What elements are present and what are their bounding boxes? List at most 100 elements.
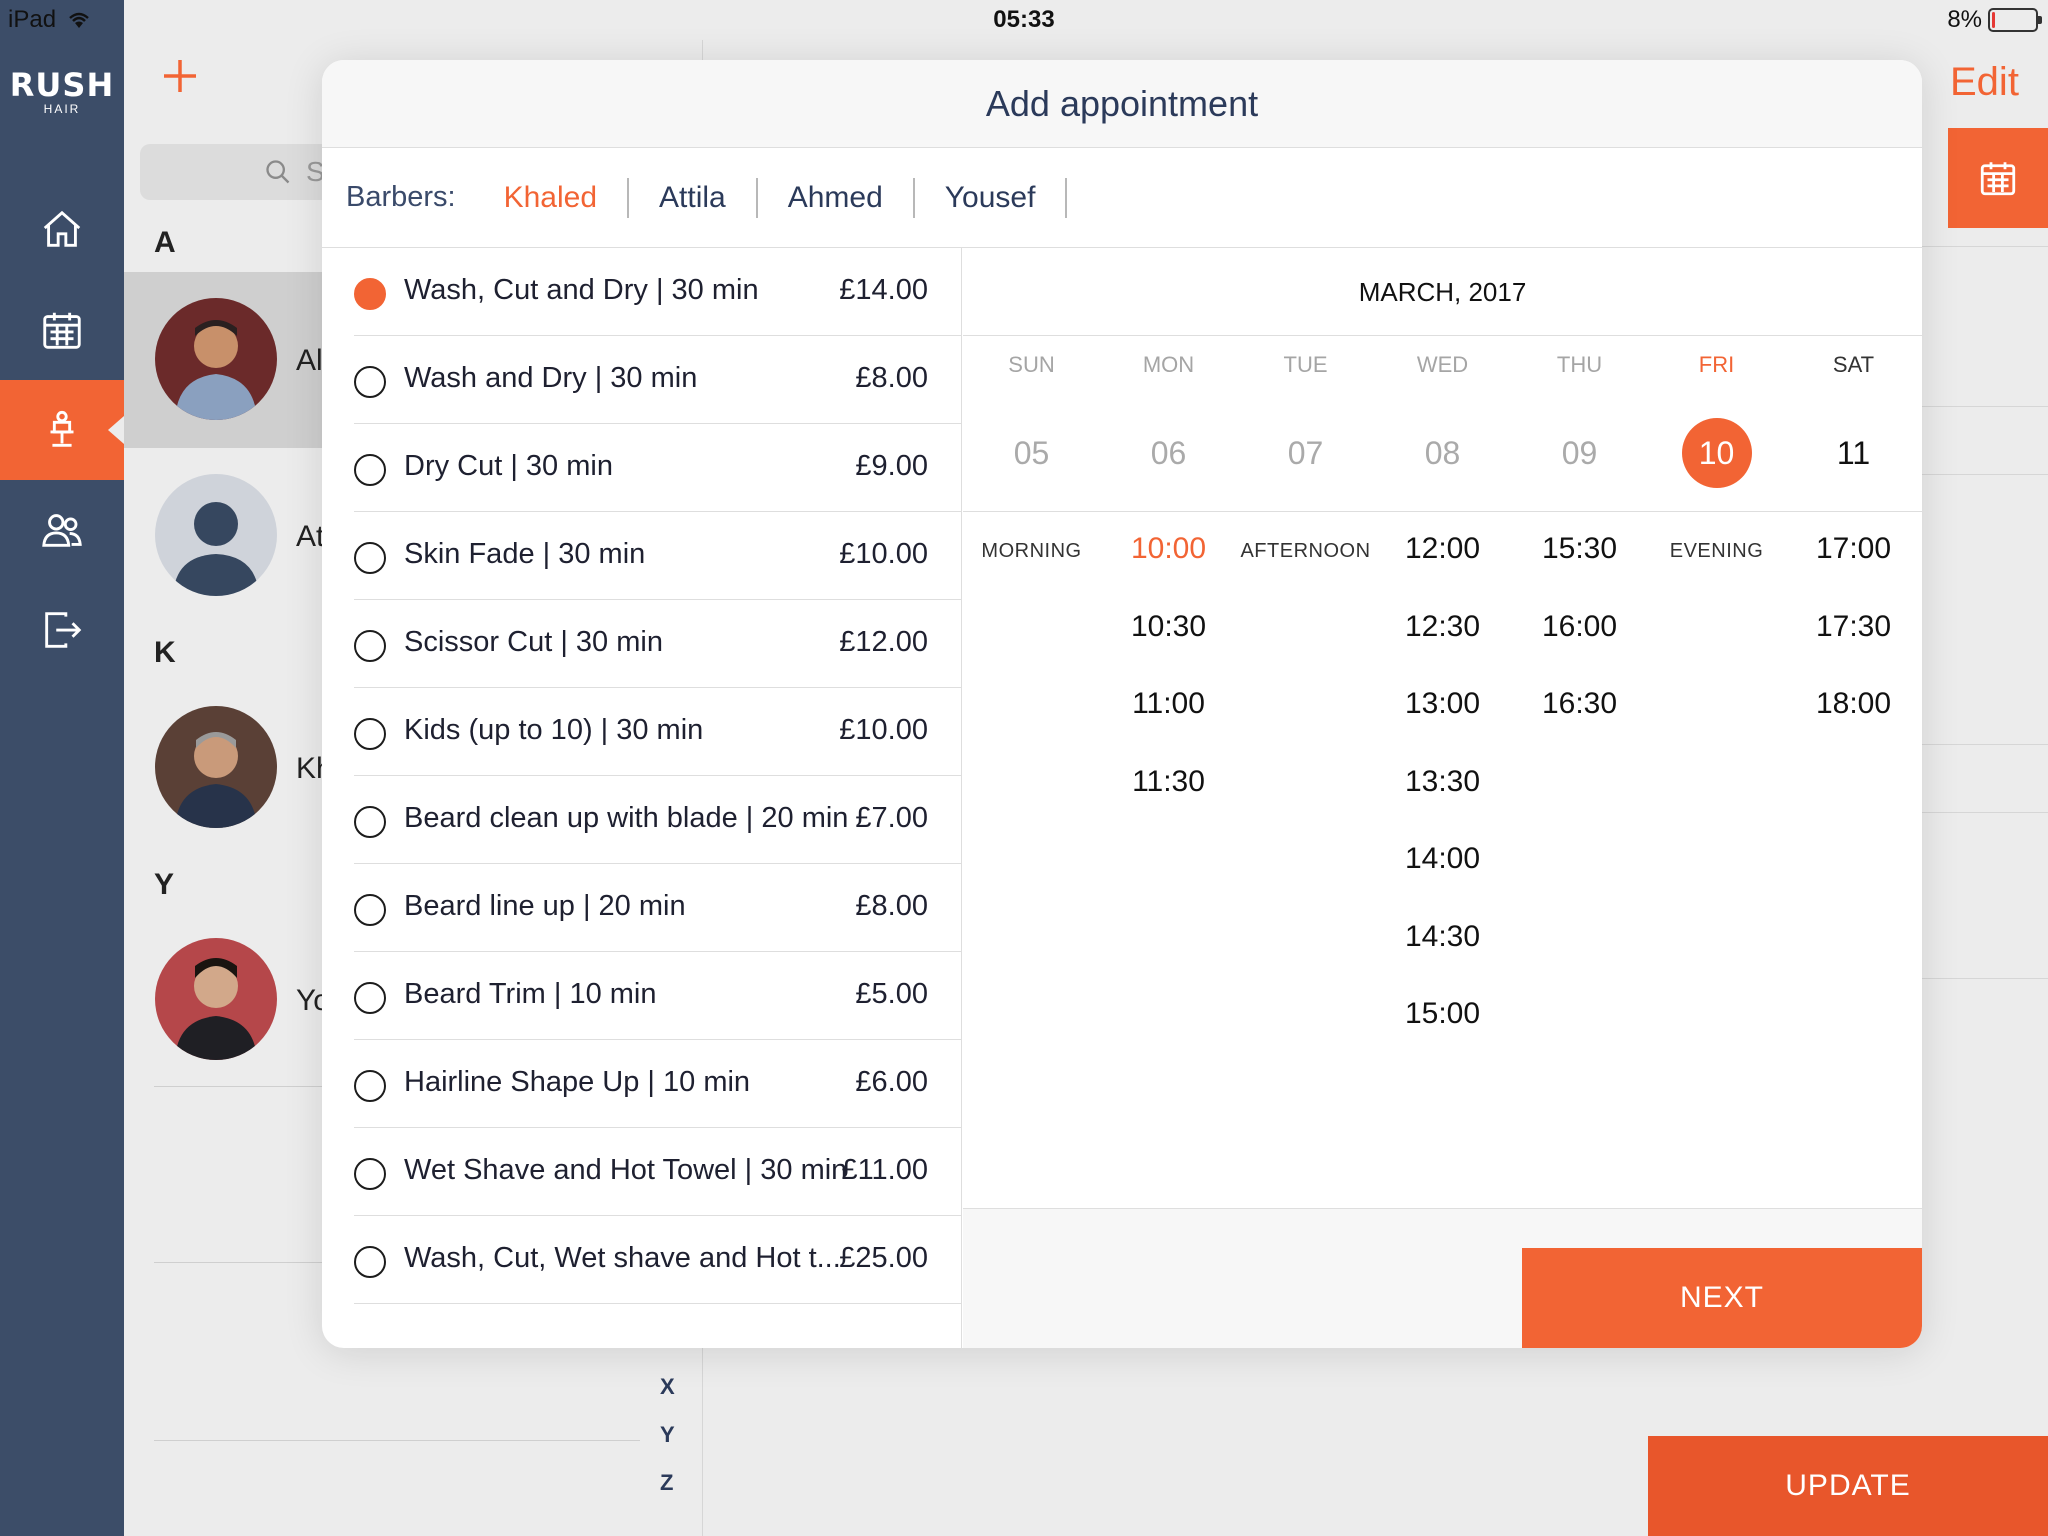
nav-barbers[interactable] xyxy=(0,380,124,480)
edit-button[interactable]: Edit xyxy=(1950,60,2019,105)
index-letter[interactable]: X xyxy=(660,1374,675,1400)
time-slot[interactable]: 12:30 xyxy=(1374,610,1511,644)
section-letter: A xyxy=(154,226,176,259)
time-slot[interactable]: 14:30 xyxy=(1374,920,1511,954)
weekday-label: SAT xyxy=(1832,352,1875,377)
service-row[interactable]: Kids (up to 10) | 30 min £10.00 xyxy=(354,688,962,776)
weekday-label: MON xyxy=(1142,352,1195,377)
radio-button[interactable] xyxy=(354,806,386,838)
service-name: Wash and Dry | 30 min xyxy=(404,362,698,394)
radio-button[interactable] xyxy=(354,982,386,1014)
search-icon xyxy=(266,160,290,184)
service-row[interactable]: Dry Cut | 30 min £9.00 xyxy=(354,424,962,512)
date-cell[interactable]: 08 xyxy=(1374,418,1511,488)
avatar xyxy=(155,938,277,1060)
add-appointment-modal: Add appointment Barbers: Khaled Attila A… xyxy=(322,60,1922,1348)
weekday-label: WED xyxy=(1416,352,1469,377)
service-price: £14.00 xyxy=(839,274,928,306)
radio-button[interactable] xyxy=(354,894,386,926)
service-row[interactable]: Skin Fade | 30 min £10.00 xyxy=(354,512,962,600)
date-selected[interactable]: 10 xyxy=(1648,418,1785,488)
service-name: Skin Fade | 30 min xyxy=(404,538,646,570)
radio-button[interactable] xyxy=(354,278,386,310)
time-slot[interactable]: 17:00 xyxy=(1785,532,1922,566)
time-slot[interactable]: 17:30 xyxy=(1785,610,1922,644)
barber-tab-attila[interactable]: Attila xyxy=(629,177,758,218)
radio-button[interactable] xyxy=(354,1070,386,1102)
list-item-name: At xyxy=(296,520,325,553)
time-slot[interactable]: 10:00 xyxy=(1100,532,1237,566)
divider xyxy=(1920,978,2048,979)
date-cell[interactable]: 07 xyxy=(1237,418,1374,488)
users-icon xyxy=(42,514,82,547)
service-row[interactable]: Beard line up | 20 min £8.00 xyxy=(354,864,962,952)
nav-home[interactable] xyxy=(0,180,124,280)
radio-button[interactable] xyxy=(354,454,386,486)
radio-button[interactable] xyxy=(354,718,386,750)
time-slot[interactable]: 12:00 xyxy=(1374,532,1511,566)
period-afternoon: AFTERNOON xyxy=(1240,540,1371,562)
nav-calendar[interactable] xyxy=(0,280,124,380)
radio-button[interactable] xyxy=(354,1158,386,1190)
radio-button[interactable] xyxy=(354,366,386,398)
divider xyxy=(154,1262,324,1263)
barber-tab-ahmed[interactable]: Ahmed xyxy=(758,177,915,218)
nav-users[interactable] xyxy=(0,480,124,580)
radio-button[interactable] xyxy=(354,630,386,662)
time-slot[interactable]: 13:30 xyxy=(1374,765,1511,799)
service-price: £25.00 xyxy=(839,1242,928,1274)
modal-title: Add appointment xyxy=(322,60,1922,148)
divider xyxy=(963,511,1922,512)
time-slot[interactable]: 15:00 xyxy=(1374,997,1511,1031)
period-morning: MORNING xyxy=(981,540,1082,562)
service-row[interactable]: Hairline Shape Up | 10 min £6.00 xyxy=(354,1040,962,1128)
date-cell[interactable]: 06 xyxy=(1100,418,1237,488)
service-row[interactable]: Beard Trim | 10 min £5.00 xyxy=(354,952,962,1040)
divider xyxy=(154,1440,640,1441)
time-slot[interactable]: 16:00 xyxy=(1511,610,1648,644)
battery-percent: 8% xyxy=(1947,6,1982,33)
update-button[interactable]: UPDATE xyxy=(1648,1436,2048,1536)
service-row[interactable]: Beard clean up with blade | 20 min £7.00 xyxy=(354,776,962,864)
divider xyxy=(154,1086,324,1087)
divider xyxy=(1920,812,2048,813)
service-row[interactable]: Wash, Cut and Dry | 30 min £14.00 xyxy=(354,248,962,336)
radio-button[interactable] xyxy=(354,1246,386,1278)
service-name: Kids (up to 10) | 30 min xyxy=(404,714,704,746)
radio-button[interactable] xyxy=(354,542,386,574)
service-row[interactable]: Scissor Cut | 30 min £12.00 xyxy=(354,600,962,688)
period-evening: EVENING xyxy=(1669,540,1764,562)
time-slot[interactable]: 16:30 xyxy=(1511,687,1648,721)
service-price: £9.00 xyxy=(855,450,928,482)
nav-logout[interactable] xyxy=(0,580,124,680)
time-slot[interactable]: 18:00 xyxy=(1785,687,1922,721)
date-cell[interactable]: 09 xyxy=(1511,418,1648,488)
time-slot[interactable]: 13:00 xyxy=(1374,687,1511,721)
divider xyxy=(1920,744,2048,745)
avatar xyxy=(155,298,277,420)
weekday-label: SUN xyxy=(1008,352,1055,377)
time-slot[interactable]: 11:00 xyxy=(1100,687,1237,721)
next-button[interactable]: NEXT xyxy=(1522,1248,1922,1348)
month-label: MARCH, 2017 xyxy=(963,248,1922,336)
index-letter[interactable]: Y xyxy=(660,1422,675,1448)
time-slot[interactable]: 14:00 xyxy=(1374,842,1511,876)
time-slot[interactable]: 11:30 xyxy=(1100,765,1237,799)
add-icon[interactable] xyxy=(160,56,200,96)
barber-tab-yousef[interactable]: Yousef xyxy=(915,177,1068,218)
divider xyxy=(1920,474,2048,475)
service-price: £6.00 xyxy=(855,1066,928,1098)
home-icon xyxy=(43,210,81,247)
date-cell[interactable]: 11 xyxy=(1785,418,1922,488)
service-row[interactable]: Wash, Cut, Wet shave and Hot t... £25.00 xyxy=(354,1216,962,1304)
service-row[interactable]: Wash and Dry | 30 min £8.00 xyxy=(354,336,962,424)
service-name: Wet Shave and Hot Towel | 30 min xyxy=(404,1154,848,1186)
time-slot[interactable]: 10:30 xyxy=(1100,610,1237,644)
barber-tab-khaled[interactable]: Khaled xyxy=(474,177,630,218)
calendar-tab-button[interactable] xyxy=(1948,128,2048,228)
index-letter[interactable]: Z xyxy=(660,1470,673,1496)
weekday-label: THU xyxy=(1556,352,1603,377)
service-row[interactable]: Wet Shave and Hot Towel | 30 min £11.00 xyxy=(354,1128,962,1216)
date-cell[interactable]: 05 xyxy=(963,418,1100,488)
time-slot[interactable]: 15:30 xyxy=(1511,532,1648,566)
